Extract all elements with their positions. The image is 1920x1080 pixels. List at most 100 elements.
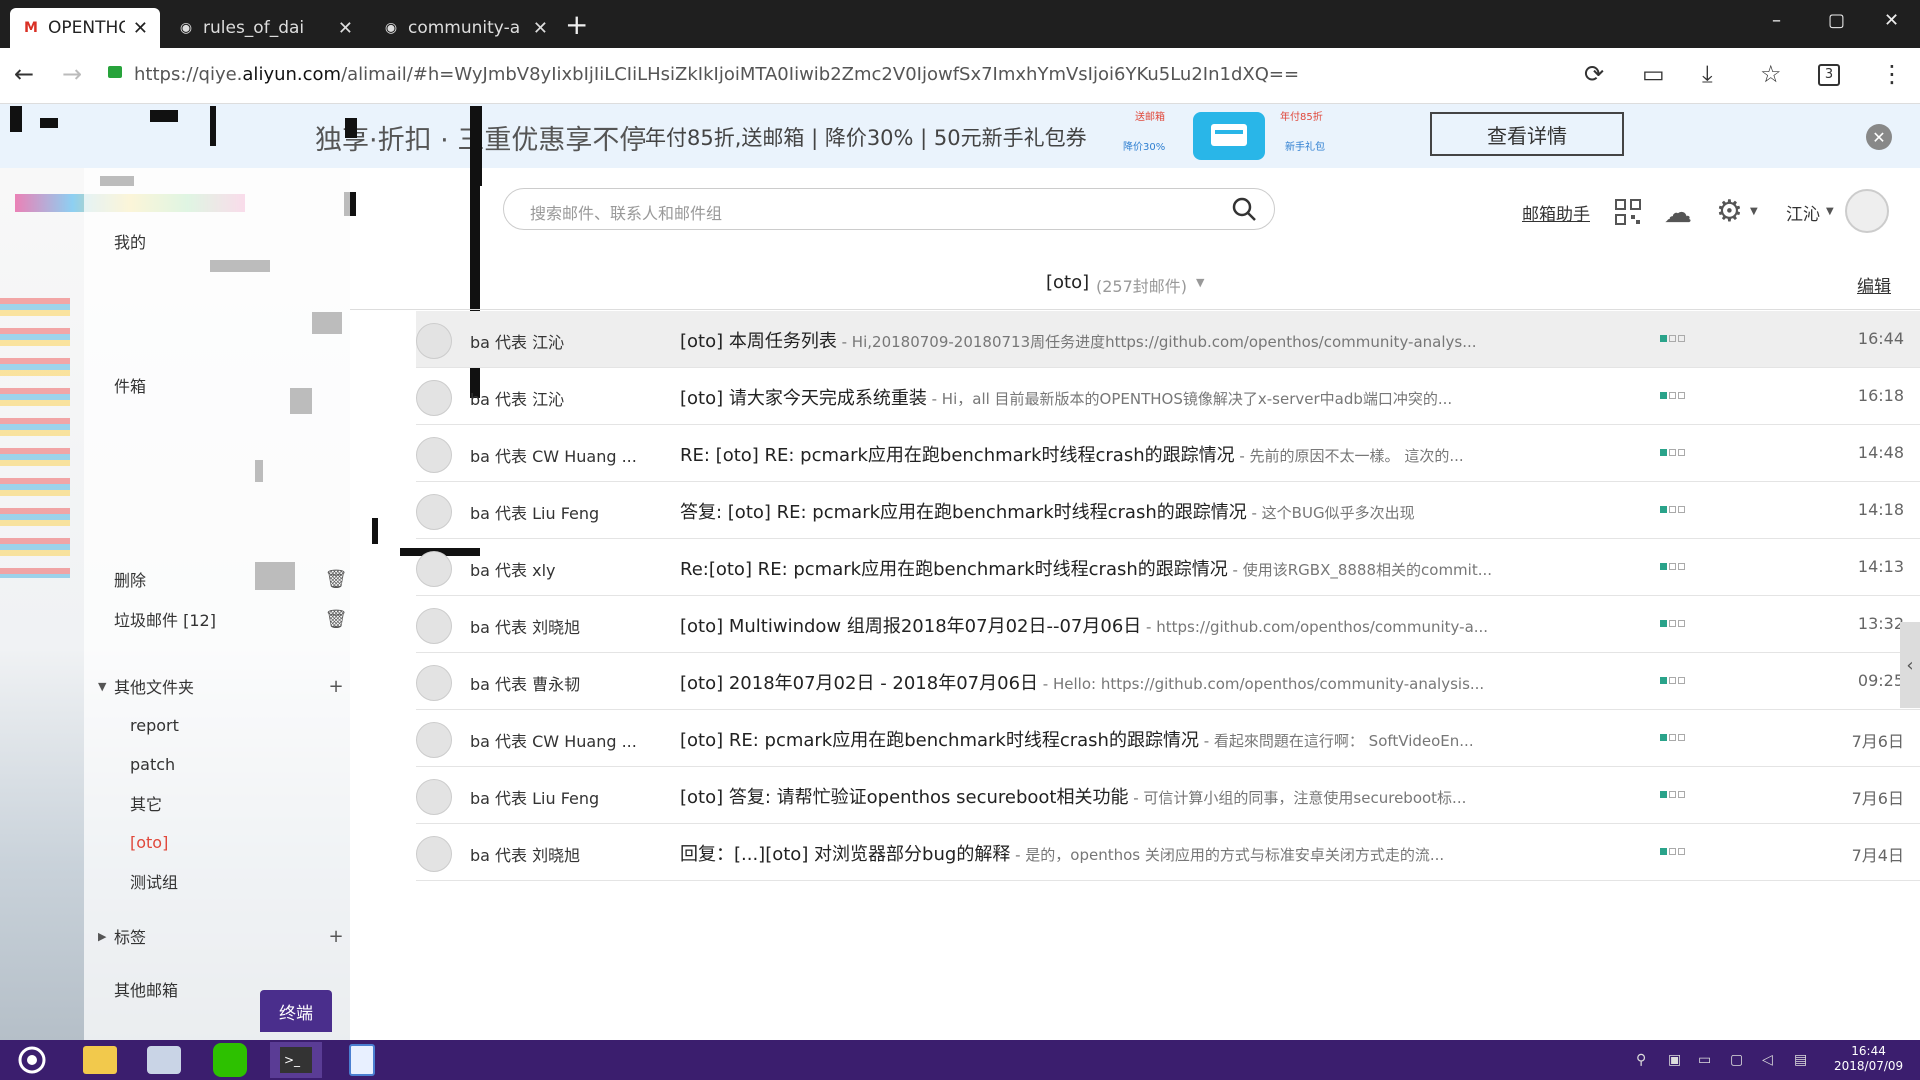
mail-subject-line[interactable]: [oto] RE: pcmark应用在跑benchmark时线程crash的跟踪… bbox=[680, 726, 1580, 752]
qr-code-icon[interactable] bbox=[1614, 198, 1642, 226]
add-tag-icon[interactable]: + bbox=[322, 926, 350, 947]
mail-flags[interactable] bbox=[1660, 620, 1685, 627]
maximize-button[interactable]: ▢ bbox=[1828, 10, 1845, 31]
chevron-down-icon[interactable]: ▼ bbox=[1826, 206, 1834, 217]
cloud-upload-icon[interactable]: ☁ bbox=[1664, 196, 1692, 229]
download-icon[interactable]: ⤓ bbox=[1702, 60, 1713, 88]
wechat-icon[interactable] bbox=[204, 1042, 256, 1078]
mail-flags[interactable] bbox=[1660, 734, 1685, 741]
mail-row[interactable]: ba 代表 Liu Feng 答复: [oto] RE: pcmark应用在跑be… bbox=[416, 482, 1920, 539]
mail-flags[interactable] bbox=[1660, 392, 1685, 399]
folder-item-other[interactable]: 其它 bbox=[84, 784, 350, 822]
mail-subject-line[interactable]: RE: [oto] RE: pcmark应用在跑benchmark时线程cras… bbox=[680, 441, 1580, 467]
user-name-menu[interactable]: 江沁 bbox=[1786, 200, 1820, 225]
terminal-button[interactable]: 终端 bbox=[260, 990, 332, 1032]
openthos-start-icon[interactable] bbox=[6, 1042, 58, 1078]
mail-flags[interactable] bbox=[1660, 449, 1685, 456]
gear-icon[interactable]: ⚙ bbox=[1716, 194, 1743, 229]
sender-avatar bbox=[416, 608, 452, 644]
forward-arrow-icon[interactable]: → bbox=[62, 60, 82, 88]
folder-item-report[interactable]: report bbox=[84, 706, 350, 744]
mail-row[interactable]: ba 代表 CW Huang ... [oto] RE: pcmark应用在跑be… bbox=[416, 710, 1920, 767]
mail-row[interactable]: ba 代表 刘晓旭 回复：[...][oto] 对浏览器部分bug的解释 - 是的… bbox=[416, 824, 1920, 881]
mail-flags[interactable] bbox=[1660, 335, 1685, 342]
mail-flags[interactable] bbox=[1660, 506, 1685, 513]
other-folders-header[interactable]: ▼ 其他文件夹 + bbox=[84, 667, 350, 705]
tab-rules[interactable]: ◉ rules_of_dai ✕ bbox=[165, 8, 365, 48]
folder-label: 垃圾邮件 [12] bbox=[114, 611, 216, 630]
close-tab-icon[interactable]: ✕ bbox=[338, 18, 353, 39]
edit-button[interactable]: 编辑 bbox=[1857, 272, 1891, 297]
tab-community[interactable]: ◉ community-a ✕ bbox=[370, 8, 560, 48]
android-icon[interactable]: ▣ bbox=[1668, 1052, 1681, 1068]
mail-sender: ba 代表 刘晓旭 bbox=[470, 846, 581, 865]
monitor-icon[interactable]: ▢ bbox=[1730, 1052, 1743, 1068]
mail-count[interactable]: (257封邮件) bbox=[1096, 273, 1187, 297]
folder-item-oto-active[interactable]: [oto] bbox=[84, 823, 350, 861]
folder-item-deleted[interactable]: 删除 🗑 bbox=[84, 560, 350, 598]
mail-subject-line[interactable]: Re:[oto] RE: pcmark应用在跑benchmark时线程crash… bbox=[680, 555, 1580, 581]
close-window-button[interactable]: ✕ bbox=[1884, 10, 1899, 31]
address-bar[interactable]: https://qiye.aliyun.com/alimail/#h=WyJmb… bbox=[134, 64, 1299, 85]
mail-assistant-link[interactable]: 邮箱助手 bbox=[1522, 200, 1590, 225]
menu-icon[interactable]: ⋮ bbox=[1880, 60, 1904, 88]
banner-offer: 年付85折,送邮箱 | 降价30% | 50元新手礼包券 bbox=[645, 126, 1087, 150]
mail-row[interactable]: ba 代表 刘晓旭 [oto] Multiwindow 组周报2018年07月02… bbox=[416, 596, 1920, 653]
mail-subject-line[interactable]: [oto] 本周任务列表 - Hi,20180709-20180713周任务进度… bbox=[680, 327, 1580, 353]
trash-icon[interactable]: 🗑 bbox=[322, 609, 350, 630]
mail-row[interactable]: ba 代表 xly Re:[oto] RE: pcmark应用在跑benchmar… bbox=[416, 539, 1920, 596]
chevron-down-icon[interactable]: ▼ bbox=[1196, 276, 1204, 289]
view-details-button[interactable]: 查看详情 bbox=[1430, 112, 1624, 156]
new-tab-button[interactable]: + bbox=[565, 8, 588, 41]
tags-header[interactable]: ▶ 标签 + bbox=[84, 917, 350, 955]
mail-flags[interactable] bbox=[1660, 563, 1685, 570]
mail-subject-line[interactable]: [oto] 答复: 请帮忙验证openthos secureboot相关功能 -… bbox=[680, 783, 1580, 809]
collapse-panel-toggle[interactable]: ‹ bbox=[1900, 622, 1920, 708]
mail-app-icon[interactable] bbox=[138, 1042, 190, 1078]
folder-item-test-group[interactable]: 测试组 bbox=[84, 862, 350, 900]
avatar[interactable] bbox=[1845, 189, 1889, 233]
mail-flags[interactable] bbox=[1660, 791, 1685, 798]
desktop-icon[interactable]: ▭ bbox=[1642, 60, 1665, 88]
back-arrow-icon[interactable]: ← bbox=[14, 60, 34, 88]
battery-icon[interactable]: ▭ bbox=[1698, 1052, 1711, 1068]
minimize-button[interactable]: – bbox=[1772, 10, 1781, 31]
tab-openthos[interactable]: M OPENTHOS ✕ bbox=[10, 8, 160, 48]
terminal-icon[interactable]: >_ bbox=[270, 1042, 322, 1078]
trash-icon[interactable]: 🗑 bbox=[322, 569, 350, 590]
folder-item[interactable]: 我的 bbox=[84, 222, 350, 260]
mail-subject-line[interactable]: 回复：[...][oto] 对浏览器部分bug的解释 - 是的，openthos… bbox=[680, 840, 1580, 866]
close-banner-icon[interactable]: ✕ bbox=[1866, 124, 1892, 150]
folder-item-junk[interactable]: 垃圾邮件 [12] 🗑 bbox=[84, 600, 350, 638]
mail-subject-line[interactable]: 答复: [oto] RE: pcmark应用在跑benchmark时线程cras… bbox=[680, 498, 1580, 524]
bike-icon[interactable]: ⚲ bbox=[1636, 1052, 1646, 1068]
mail-subject-line[interactable]: [oto] 请大家今天完成系统重装 - Hi，all 目前最新版本的OPENTH… bbox=[680, 384, 1580, 410]
close-tab-icon[interactable]: ✕ bbox=[133, 18, 148, 39]
folder-item-patch[interactable]: patch bbox=[84, 745, 350, 783]
reload-icon[interactable]: ⟳ bbox=[1584, 60, 1604, 88]
mail-subject-line[interactable]: [oto] 2018年07月02日 - 2018年07月06日 - Hello:… bbox=[680, 669, 1580, 695]
file-manager-icon[interactable] bbox=[74, 1042, 126, 1078]
mail-row[interactable]: ba 代表 曹永韧 [oto] 2018年07月02日 - 2018年07月06日… bbox=[416, 653, 1920, 710]
mail-row[interactable]: ba 代表 Liu Feng [oto] 答复: 请帮忙验证openthos se… bbox=[416, 767, 1920, 824]
flag-icon bbox=[1660, 563, 1667, 570]
mail-row[interactable]: ba 代表 CW Huang ... RE: [oto] RE: pcmark应用… bbox=[416, 425, 1920, 482]
close-tab-icon[interactable]: ✕ bbox=[533, 18, 548, 39]
mail-flags[interactable] bbox=[1660, 677, 1685, 684]
mail-flags[interactable] bbox=[1660, 848, 1685, 855]
tab-count-icon[interactable]: 3 bbox=[1818, 64, 1840, 86]
mail-row[interactable]: ba 代表 江沁 [oto] 本周任务列表 - Hi,20180709-20180… bbox=[416, 311, 1920, 368]
bookmark-star-icon[interactable]: ☆ bbox=[1760, 60, 1782, 88]
clock[interactable]: 16:44 2018/07/09 bbox=[1834, 1044, 1903, 1074]
volume-icon[interactable]: ◁ bbox=[1762, 1052, 1773, 1068]
notes-icon[interactable] bbox=[336, 1042, 388, 1078]
notification-icon[interactable]: ▤ bbox=[1794, 1052, 1807, 1068]
folder-item-inbox[interactable]: 件箱 bbox=[84, 366, 350, 404]
add-folder-icon[interactable]: + bbox=[322, 676, 350, 697]
mail-subject-line[interactable]: [oto] Multiwindow 组周报2018年07月02日--07月06日… bbox=[680, 612, 1580, 638]
search-input[interactable]: 搜索邮件、联系人和邮件组 bbox=[503, 188, 1275, 230]
chevron-down-icon[interactable]: ▼ bbox=[1750, 206, 1758, 217]
mail-row[interactable]: ba 代表 江沁 [oto] 请大家今天完成系统重装 - Hi，all 目前最新版… bbox=[416, 368, 1920, 425]
browser-tab-strip: M OPENTHOS ✕ ◉ rules_of_dai ✕ ◉ communit… bbox=[0, 0, 1920, 48]
search-icon[interactable] bbox=[1230, 195, 1258, 223]
